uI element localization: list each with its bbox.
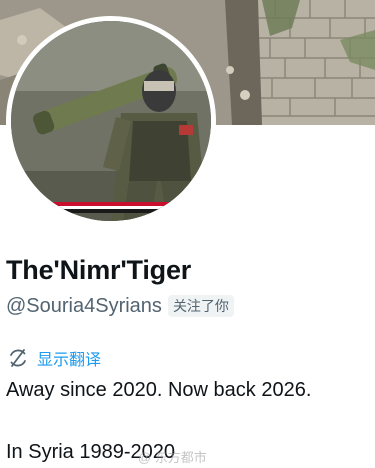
follows-you-badge: 关注了你 <box>167 295 234 317</box>
translate-icon <box>7 347 29 369</box>
avatar-image <box>11 21 211 221</box>
handle-row: @Souria4Syrians 关注了你 <box>6 292 234 320</box>
avatar[interactable] <box>11 21 211 221</box>
bio-line: Away since 2020. Now back 2026. <box>6 379 312 401</box>
translate-label: 显示翻译 <box>37 352 102 369</box>
bio-line: In Syria 1989-2020 <box>6 441 176 463</box>
user-handle: @Souria4Syrians <box>6 294 162 317</box>
show-translation-button[interactable]: 显示翻译 <box>7 346 101 370</box>
display-name: The'Nimr'Tiger <box>6 255 192 285</box>
